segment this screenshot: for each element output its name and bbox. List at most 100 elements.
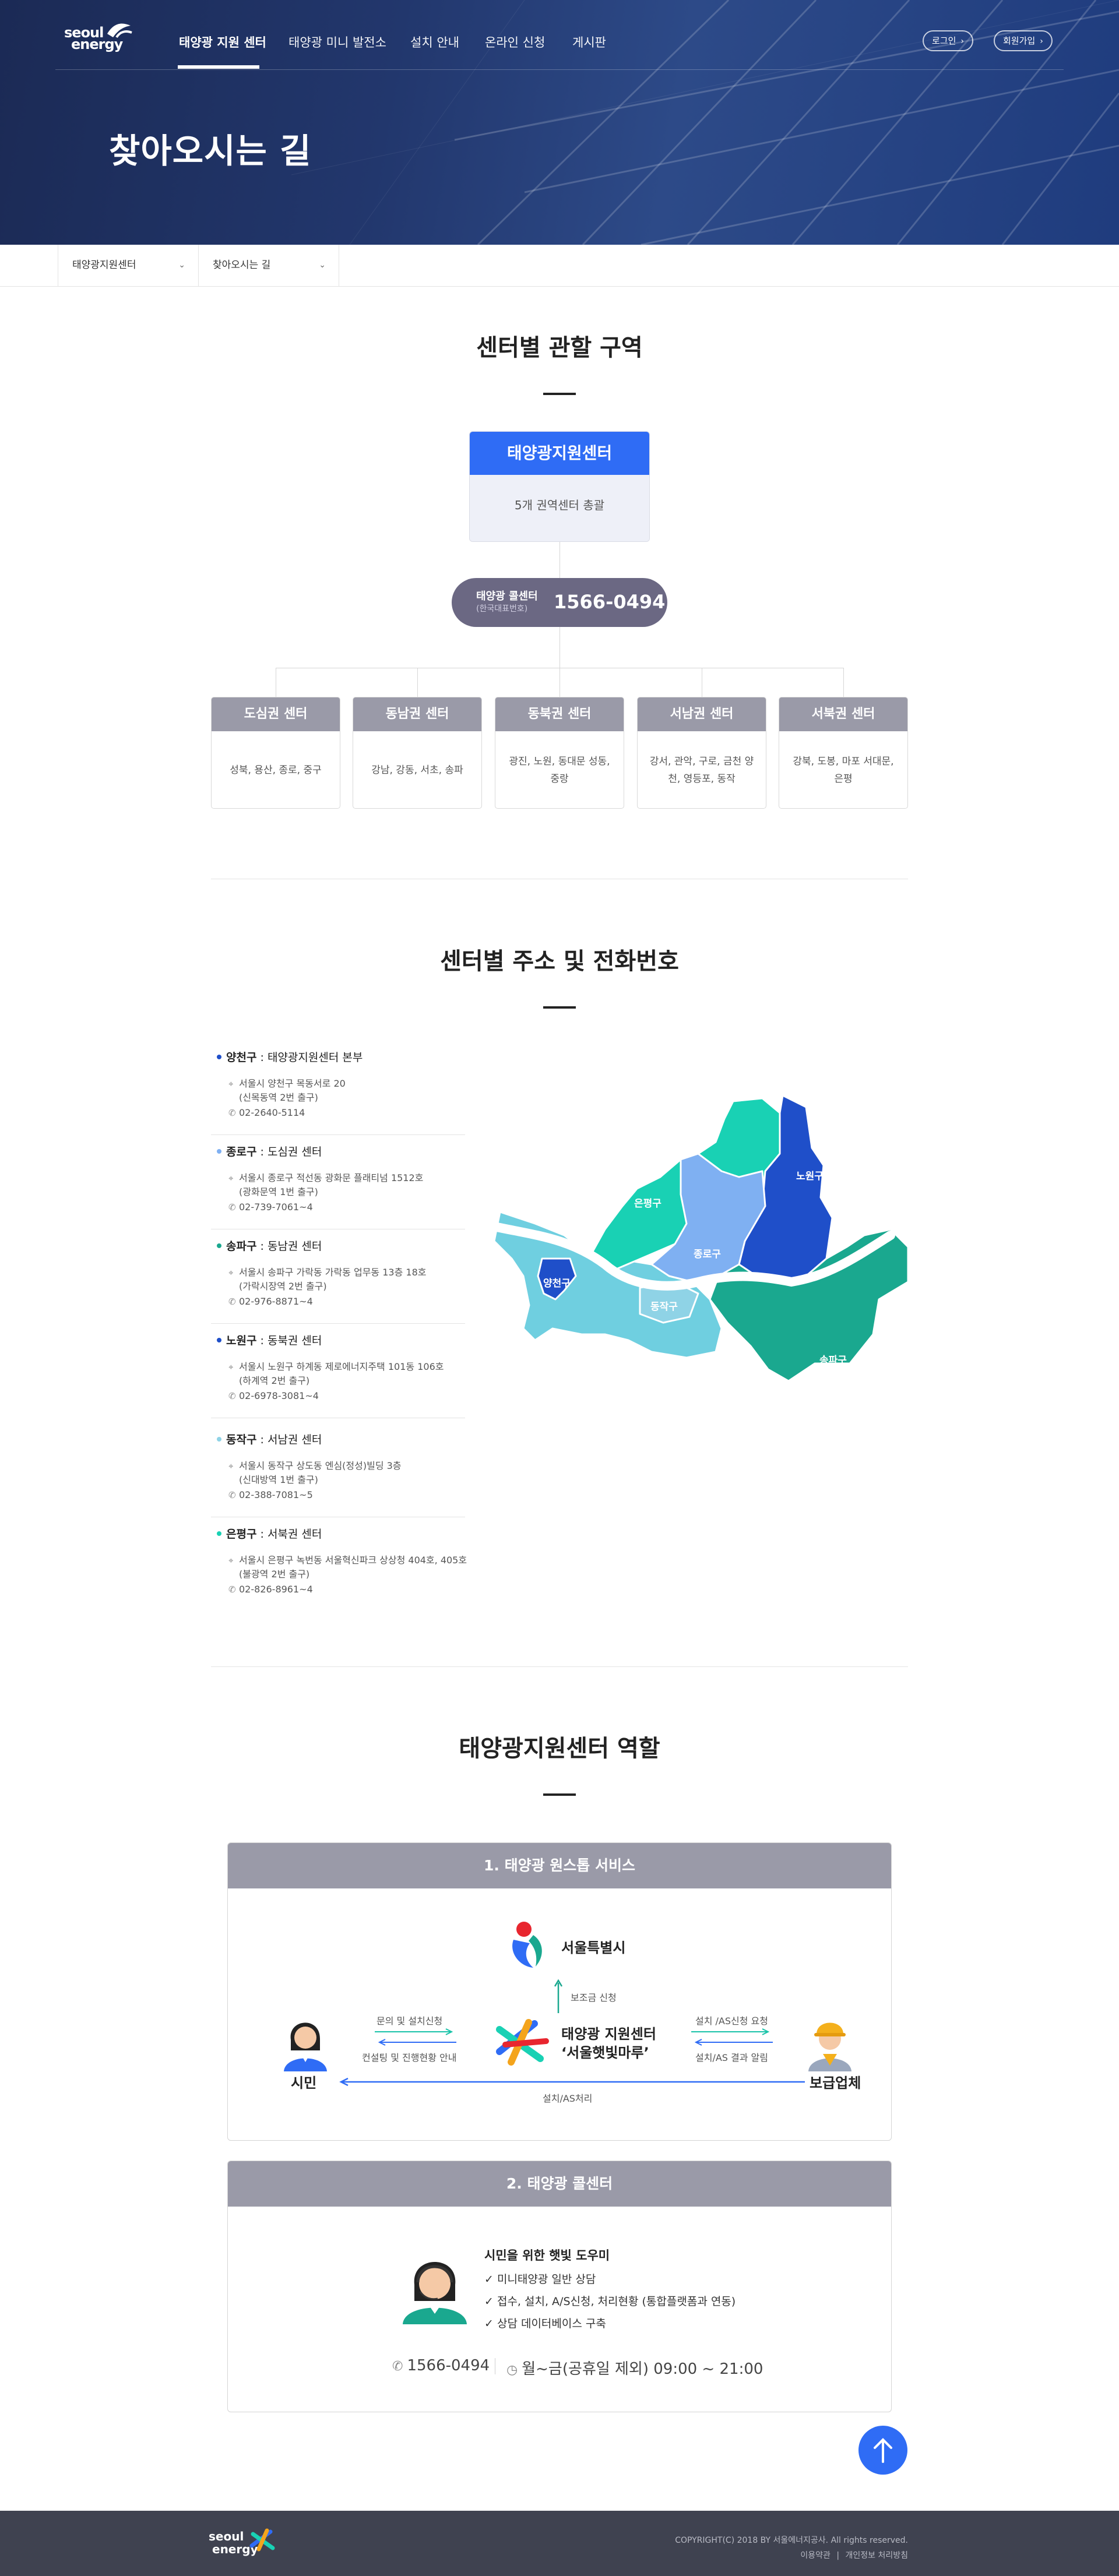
bullet-dot — [217, 1531, 221, 1536]
seoul-energy-logo[interactable]: seoul energy — [64, 20, 134, 54]
center-to-citizen-label: 컨설팅 및 진행현황 안내 — [362, 2052, 457, 2063]
map-label-songpa: 송파구 — [819, 1355, 847, 1366]
section-title-role: 태양광지원센터 역할 — [459, 1735, 660, 1762]
installer-label: 보급업체 — [810, 2075, 861, 2091]
bullet-dot — [217, 1054, 221, 1059]
org-top-box: 태양광지원센터 5개 권역센터 총괄 — [469, 431, 650, 542]
center-name-line1: 태양광 지원센터 — [561, 2026, 656, 2042]
map-label-nowon: 노원구 — [796, 1171, 824, 1182]
citizen-label: 시민 — [291, 2075, 317, 2091]
call-center-title: 2. 태양광 콜센터 — [228, 2161, 891, 2207]
nav-active-indicator — [178, 65, 259, 69]
footer-logo[interactable]: seoul energy — [209, 2526, 290, 2561]
chevron-down-icon: ⌄ — [178, 260, 185, 270]
address-item: 동작구 : 서남권 센터 ⌖ 서울시 동작구 상도동 엔심(정성)빌딩 3층 (신… — [211, 1431, 465, 1517]
org-top-title: 태양광지원센터 — [470, 432, 649, 475]
arrow-up-icon — [874, 2438, 892, 2463]
arrow-left-long-icon — [339, 2077, 805, 2087]
section-divider — [211, 1666, 908, 1667]
call-center-heading: 시민을 위한 햇빛 도우미 — [484, 2249, 610, 2263]
org-top-desc: 5개 권역센터 총괄 — [470, 475, 649, 541]
call-center-label: 태양광 콜센터 — [476, 590, 538, 602]
call-center-pill: 태양광 콜센터 (한국대표번호) 1566-0494 — [452, 578, 667, 627]
check-icon: ✓ — [484, 2295, 497, 2308]
installer-to-center-label: 설치/AS 결과 알림 — [695, 2052, 768, 2063]
breadcrumb: 태양광지원센터 ⌄ 찾아오시는 길 ⌄ — [0, 245, 1119, 287]
privacy-link[interactable]: 개인정보 처리방침 — [846, 2551, 909, 2560]
onestop-service-box: 1. 태양광 원스톱 서비스 서울특별시 보조금 신청 태양광 지원센터 ‘서울… — [227, 1842, 892, 2141]
seoul-district-map: 노원구 은평구 종로구 양천구 동작구 송파구 — [490, 1094, 909, 1382]
region-box-southwest: 서남권 센터 강서, 관악, 구로, 금천 양천, 영등포, 동작 — [637, 697, 766, 809]
call-center-number: 1566-0494 — [554, 591, 666, 613]
nav-board[interactable]: 게시판 — [572, 33, 606, 51]
phone-icon: ✆ — [228, 1584, 236, 1595]
breadcrumb-level1-select[interactable]: 태양광지원센터 ⌄ — [58, 245, 199, 286]
page-title: 찾아오시는 길 — [109, 131, 312, 171]
region-box-northwest: 서북권 센터 강북, 도봉, 마포 서대문, 은평 — [779, 697, 908, 809]
phone-icon: ✆ — [228, 1490, 236, 1500]
region-box-northeast: 동북권 센터 광진, 노원, 동대문 성동, 중랑 — [495, 697, 624, 809]
chevron-right-icon: › — [1040, 37, 1043, 46]
logo-mark-icon — [249, 2528, 275, 2552]
copyright-text: COPYRIGHT(C) 2018 BY 서울에너지공사. All rights… — [675, 2536, 908, 2545]
center-name-line2: ‘서울햇빛마루’ — [561, 2045, 649, 2061]
footer: seoul energy COPYRIGHT(C) 2018 BY 서울에너지공… — [0, 2511, 1119, 2576]
divider: | — [836, 2551, 840, 2560]
location-pin-icon: ⌖ — [228, 1267, 234, 1278]
bidirectional-arrows-icon — [691, 2028, 773, 2046]
address-item: 종로구 : 도심권 센터 ⌖ 서울시 종로구 적선동 광화문 플래티넘 1512호… — [211, 1143, 465, 1229]
call-agent-avatar-icon — [403, 2262, 467, 2324]
nav-mini-plant[interactable]: 태양광 미니 발전소 — [288, 33, 386, 51]
call-center-feature: ✓ 미니태양광 일반 상담 — [484, 2273, 596, 2286]
nav-solar-center[interactable]: 태양광 지원 센터 — [179, 33, 266, 51]
address-item: 양천구 : 태양광지원센터 본부 ⌖ 서울시 양천구 목동서로 20 (신목동역 … — [211, 1049, 465, 1135]
location-pin-icon: ⌖ — [228, 1173, 234, 1183]
bullet-dot — [217, 1243, 221, 1248]
section-title-jurisdiction: 센터별 관할 구역 — [476, 334, 643, 361]
org-connector — [843, 668, 844, 697]
seoul-label: 서울특별시 — [561, 1940, 626, 1956]
check-icon: ✓ — [484, 2317, 497, 2330]
phone-icon: ✆ — [228, 1108, 236, 1118]
address-item: 노원구 : 동북권 센터 ⌖ 서울시 노원구 하계동 제로에너지주택 101동 1… — [211, 1332, 465, 1418]
center-to-installer-label: 설치 /AS신청 요청 — [695, 2015, 768, 2027]
scroll-to-top-button[interactable] — [858, 2426, 907, 2475]
phone-icon: ✆ — [228, 1202, 236, 1213]
location-pin-icon: ⌖ — [228, 1461, 234, 1471]
section-title-underline — [543, 393, 576, 395]
bullet-dot — [217, 1148, 221, 1154]
call-center-sub: (한국대표번호) — [476, 604, 528, 614]
arrow-up-icon — [554, 1979, 562, 2013]
hero-banner: seoul energy 태양광 지원 센터 태양광 미니 발전소 설치 안내 … — [0, 0, 1119, 245]
breadcrumb-level2-select[interactable]: 찾아오시는 길 ⌄ — [198, 245, 339, 286]
phone-icon: ✆ — [228, 1296, 236, 1307]
region-box-southeast: 동남권 센터 강남, 강동, 서초, 송파 — [353, 697, 482, 809]
install-as-process-label: 설치/AS처리 — [543, 2093, 593, 2104]
solar-center-logo-icon — [496, 2019, 549, 2066]
onestop-title: 1. 태양광 원스톱 서비스 — [228, 1843, 891, 1888]
map-label-dongjak: 동작구 — [650, 1301, 678, 1313]
call-center-box: 2. 태양광 콜센터 시민을 위한 햇빛 도우미 ✓ 미니태양광 일반 상담 ✓… — [227, 2161, 892, 2412]
phone-icon: ✆ — [392, 2359, 407, 2374]
org-connector — [417, 668, 418, 697]
chevron-right-icon: › — [960, 37, 965, 46]
map-label-eunpyeong: 은평구 — [634, 1198, 661, 1210]
nav-online-apply[interactable]: 온라인 신청 — [485, 33, 545, 51]
address-item: 송파구 : 동남권 센터 ⌖ 서울시 송파구 가락동 가락동 업무동 13층 18… — [211, 1238, 465, 1324]
chevron-down-icon: ⌄ — [319, 260, 326, 270]
section-title-address: 센터별 주소 및 전화번호 — [440, 948, 679, 975]
call-center-feature: ✓ 상담 데이터베이스 구축 — [484, 2317, 606, 2330]
signup-button[interactable]: 회원가입 › — [994, 30, 1053, 51]
bullet-dot — [217, 1436, 221, 1442]
map-label-yangcheon: 양천구 — [543, 1278, 571, 1289]
bullet-dot — [217, 1337, 221, 1342]
nav-divider — [55, 69, 1064, 70]
footer-links: 이용약관 | 개인정보 처리방침 — [800, 2549, 908, 2561]
check-icon: ✓ — [484, 2273, 497, 2286]
location-pin-icon: ⌖ — [228, 1555, 234, 1566]
section-title-underline — [543, 1793, 576, 1796]
nav-install-guide[interactable]: 설치 안내 — [410, 33, 459, 51]
login-button[interactable]: 로그인 › — [923, 30, 974, 51]
region-box-central: 도심권 센터 성북, 용산, 종로, 중구 — [211, 697, 340, 809]
terms-link[interactable]: 이용약관 — [800, 2551, 831, 2560]
